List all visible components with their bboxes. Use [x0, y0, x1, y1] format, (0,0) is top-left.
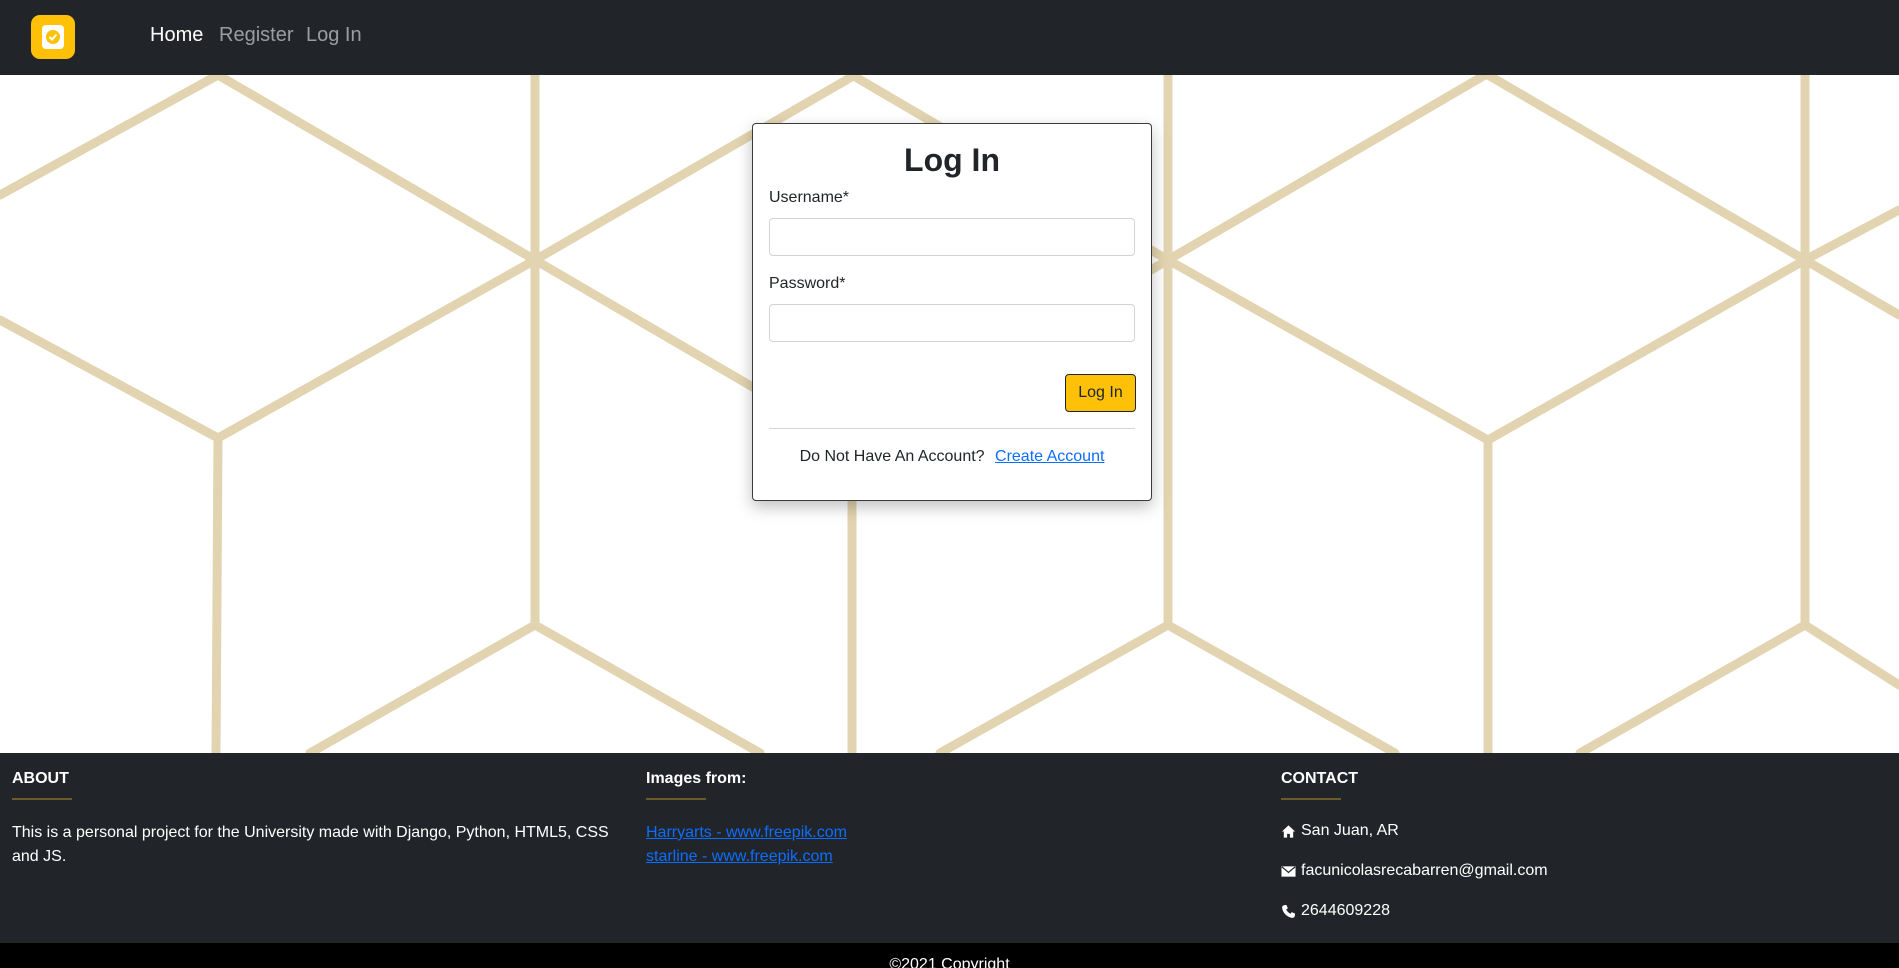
about-text: This is a personal project for the Unive…: [12, 824, 609, 865]
username-input[interactable]: [769, 218, 1135, 256]
create-account-link[interactable]: Create Account: [995, 448, 1104, 465]
login-card: Log In Username* Password* Log In Do Not…: [752, 123, 1152, 501]
contact-email: facunicolasrecabarren@gmail.com: [1281, 861, 1781, 881]
password-label: Password*: [769, 275, 846, 292]
login-submit-button[interactable]: Log In: [1065, 374, 1136, 412]
contact-heading: CONTACT: [1281, 770, 1359, 787]
nav-login[interactable]: Log In: [306, 24, 362, 47]
location-text: San Juan, AR: [1301, 822, 1399, 839]
heading-underline: [12, 798, 72, 800]
contact-phone: 2644609228: [1281, 901, 1781, 921]
copyright-bar: ©2021 Copyright: [0, 943, 1899, 968]
heading-underline: [1281, 798, 1341, 800]
brand-logo[interactable]: [31, 15, 75, 59]
no-account-text: Do Not Have An Account?: [799, 448, 985, 465]
copyright-text: ©2021 Copyright: [889, 956, 1010, 968]
heading-underline: [646, 798, 706, 800]
create-account-prompt: Do Not Have An Account? Create Account: [753, 448, 1151, 466]
card-divider: [769, 428, 1135, 429]
images-heading: Images from:: [646, 770, 747, 787]
password-input[interactable]: [769, 304, 1135, 342]
username-label: Username*: [769, 189, 850, 206]
phone-text: 2644609228: [1301, 902, 1390, 919]
house-icon: [1281, 824, 1296, 838]
phone-icon: [1282, 904, 1296, 918]
footer-images: Images from: Harryarts - www.freepik.com…: [646, 769, 1146, 869]
footer-contact: CONTACT San Juan, AR facunicolasrecabarr…: [1281, 769, 1781, 941]
image-credit-link-starline[interactable]: starline - www.freepik.com: [646, 845, 1146, 869]
about-heading: ABOUT: [12, 770, 69, 787]
nav-home[interactable]: Home: [150, 24, 203, 47]
app-logo-icon: [42, 25, 64, 49]
footer: ABOUT This is a personal project for the…: [0, 753, 1899, 943]
login-title: Log In: [904, 142, 1000, 178]
email-text: facunicolasrecabarren@gmail.com: [1301, 862, 1548, 879]
envelope-icon: [1281, 865, 1296, 877]
navbar: Home Register Log In: [0, 0, 1899, 75]
image-credit-link-harryarts[interactable]: Harryarts - www.freepik.com: [646, 821, 1146, 845]
contact-location: San Juan, AR: [1281, 821, 1781, 841]
footer-about: ABOUT This is a personal project for the…: [12, 769, 612, 869]
nav-register[interactable]: Register: [219, 24, 293, 47]
